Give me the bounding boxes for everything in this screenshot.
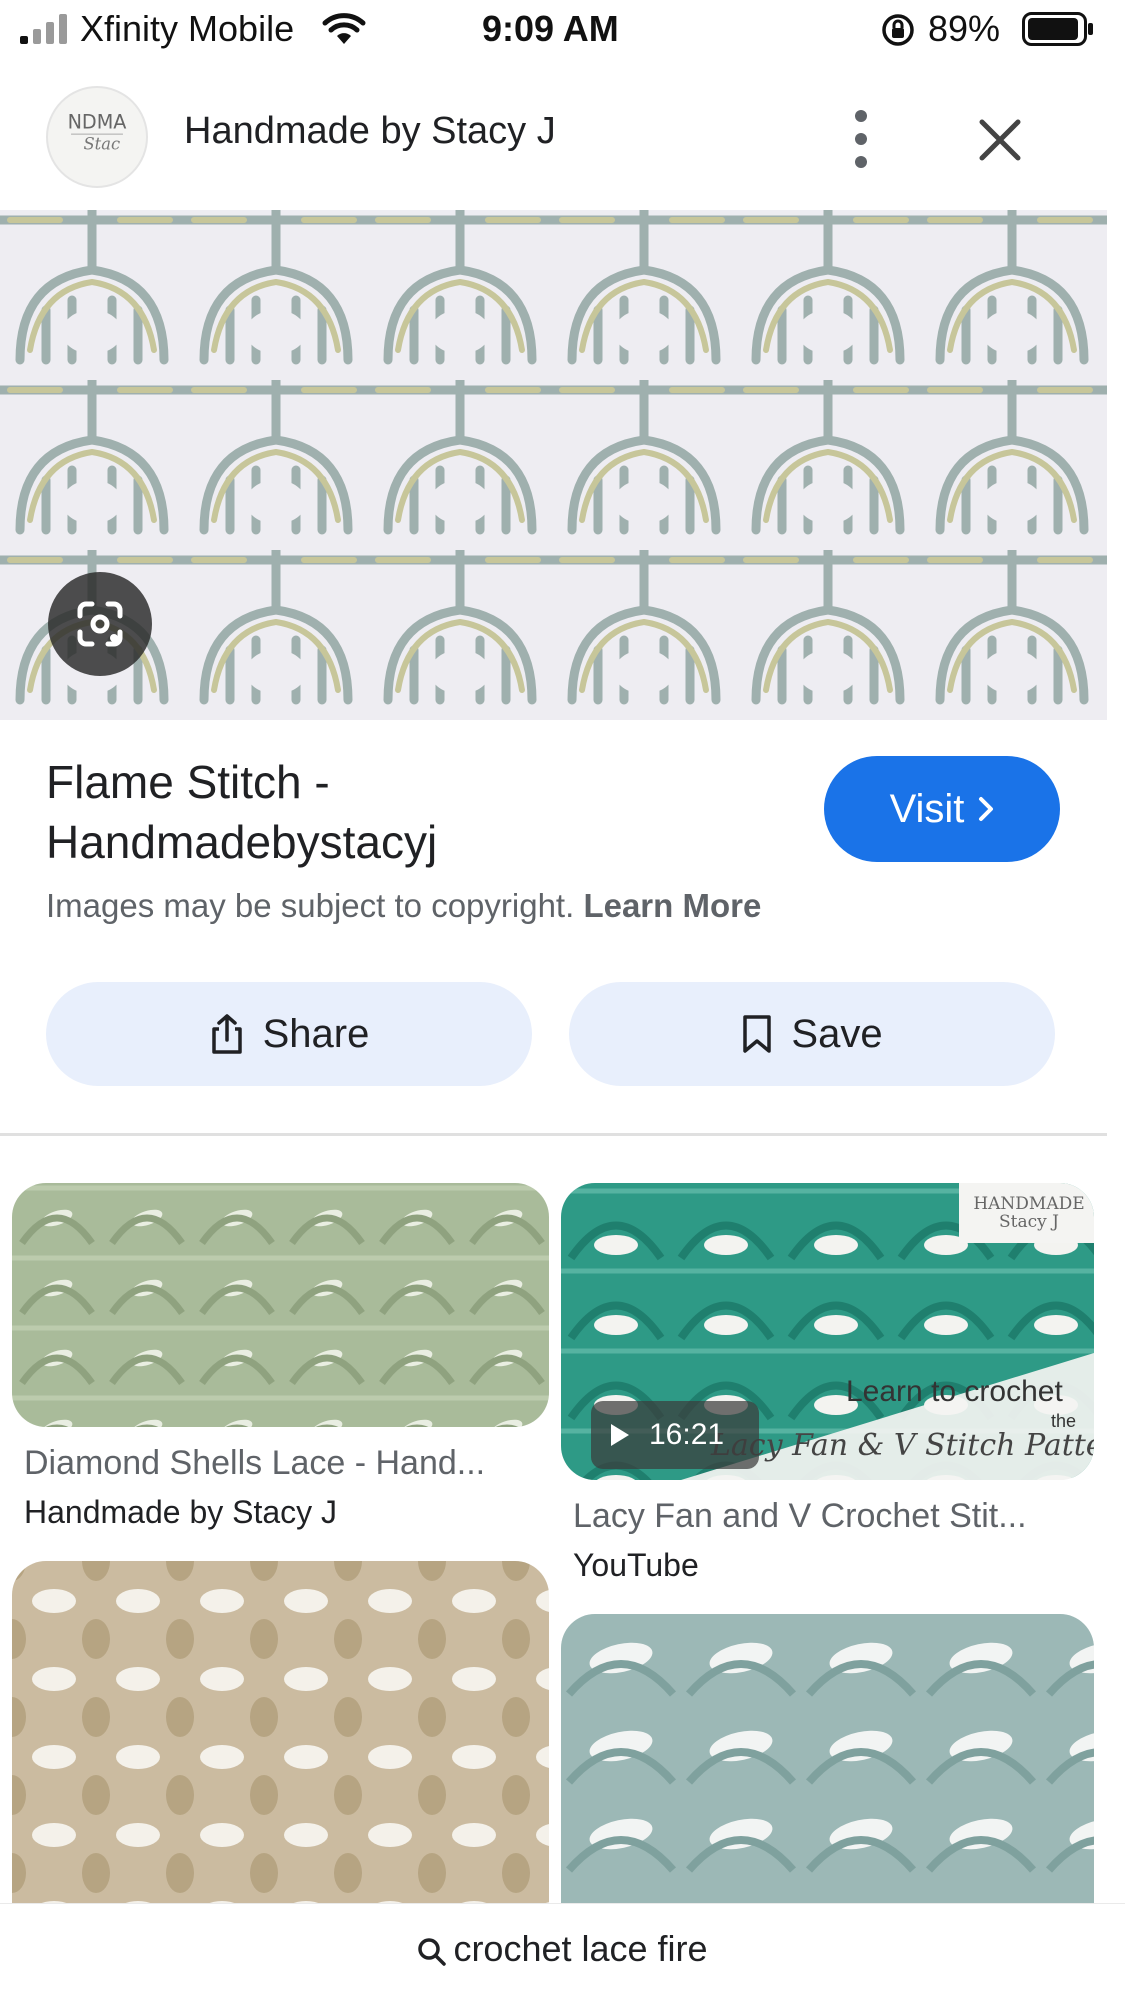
result-card-source: YouTube — [573, 1547, 699, 1583]
result-card-title[interactable]: Diamond Shells Lace - Hand... — [24, 1444, 485, 1483]
save-button[interactable]: Save — [569, 982, 1055, 1086]
video-overlay-line1: Learn to crochet — [846, 1375, 1063, 1408]
result-card-image[interactable] — [561, 1614, 1094, 1903]
cellular-signal-icon — [20, 14, 67, 44]
share-icon — [211, 1014, 242, 1054]
svg-text:NDMA: NDMA — [68, 110, 127, 133]
header: NDMA Stac Handmade by Stacy J — [0, 62, 1125, 210]
result-card-title[interactable]: Lacy Fan and V Crochet Stit... — [573, 1497, 1027, 1536]
clock: 9:09 AM — [482, 8, 619, 49]
lens-search-button[interactable] — [48, 572, 152, 676]
crochet-flame-stitch-photo — [0, 210, 1107, 720]
wifi-icon — [322, 13, 366, 44]
visit-button[interactable]: Visit — [824, 756, 1060, 862]
video-duration: 16:21 — [649, 1418, 725, 1451]
crochet-swatch-photo — [561, 1614, 1094, 1903]
play-icon — [611, 1424, 629, 1446]
rotation-lock-icon — [882, 14, 914, 46]
copyright-notice: Images may be subject to copyright. Lear… — [46, 887, 761, 925]
battery-icon — [1022, 12, 1093, 46]
video-duration-badge: 16:21 — [591, 1401, 759, 1469]
divider — [0, 1133, 1107, 1136]
status-bar: Xfinity Mobile 9:09 AM 89% — [0, 0, 1125, 62]
share-button[interactable]: Share — [46, 982, 532, 1086]
more-vert-icon — [855, 110, 867, 168]
close-icon — [979, 119, 1021, 161]
result-card-image[interactable]: HANDMADE Stacy J Learn to crochet the La… — [561, 1183, 1094, 1480]
save-label: Save — [791, 1011, 883, 1056]
crochet-swatch-photo — [12, 1183, 549, 1427]
result-title-line2: Handmadebystacyj — [46, 816, 438, 868]
result-card-source: Handmade by Stacy J — [24, 1494, 338, 1530]
google-lens-icon — [77, 601, 123, 647]
more-options-button[interactable] — [836, 102, 886, 176]
visit-label: Visit — [889, 786, 965, 831]
svg-text:Stac: Stac — [83, 134, 120, 153]
handmade-logo: NDMA Stac — [68, 110, 127, 153]
copyright-text: Images may be subject to copyright. — [46, 887, 575, 924]
bookmark-icon — [743, 1015, 772, 1053]
hero-image[interactable] — [0, 210, 1107, 720]
result-title: Flame Stitch - Handmadebystacyj — [46, 752, 746, 872]
site-title[interactable]: Handmade by Stacy J — [184, 110, 556, 153]
search-query-text: crochet lace fire — [453, 1928, 708, 1969]
search-query[interactable]: crochet lace fire — [0, 1904, 1125, 1970]
result-card-image[interactable] — [12, 1183, 549, 1427]
bottom-search-bar[interactable]: crochet lace fire — [0, 1903, 1125, 2000]
avatar[interactable]: NDMA Stac — [46, 86, 148, 188]
crochet-swatch-photo — [12, 1561, 549, 1903]
search-icon — [418, 1938, 447, 1966]
carrier-name: Xfinity Mobile — [80, 8, 295, 49]
watermark-text: HANDMADE Stacy J — [973, 1194, 1085, 1232]
share-label: Share — [262, 1011, 370, 1056]
result-card-image[interactable] — [12, 1561, 549, 1903]
learn-more-link[interactable]: Learn More — [583, 887, 761, 924]
video-overlay-line2: Lacy Fan & V Stitch Pattern — [711, 1428, 1094, 1463]
battery-percent: 89% — [928, 8, 1001, 49]
result-title-line1: Flame Stitch - — [46, 756, 330, 808]
close-button[interactable] — [970, 110, 1030, 170]
chevron-right-icon — [979, 797, 994, 821]
